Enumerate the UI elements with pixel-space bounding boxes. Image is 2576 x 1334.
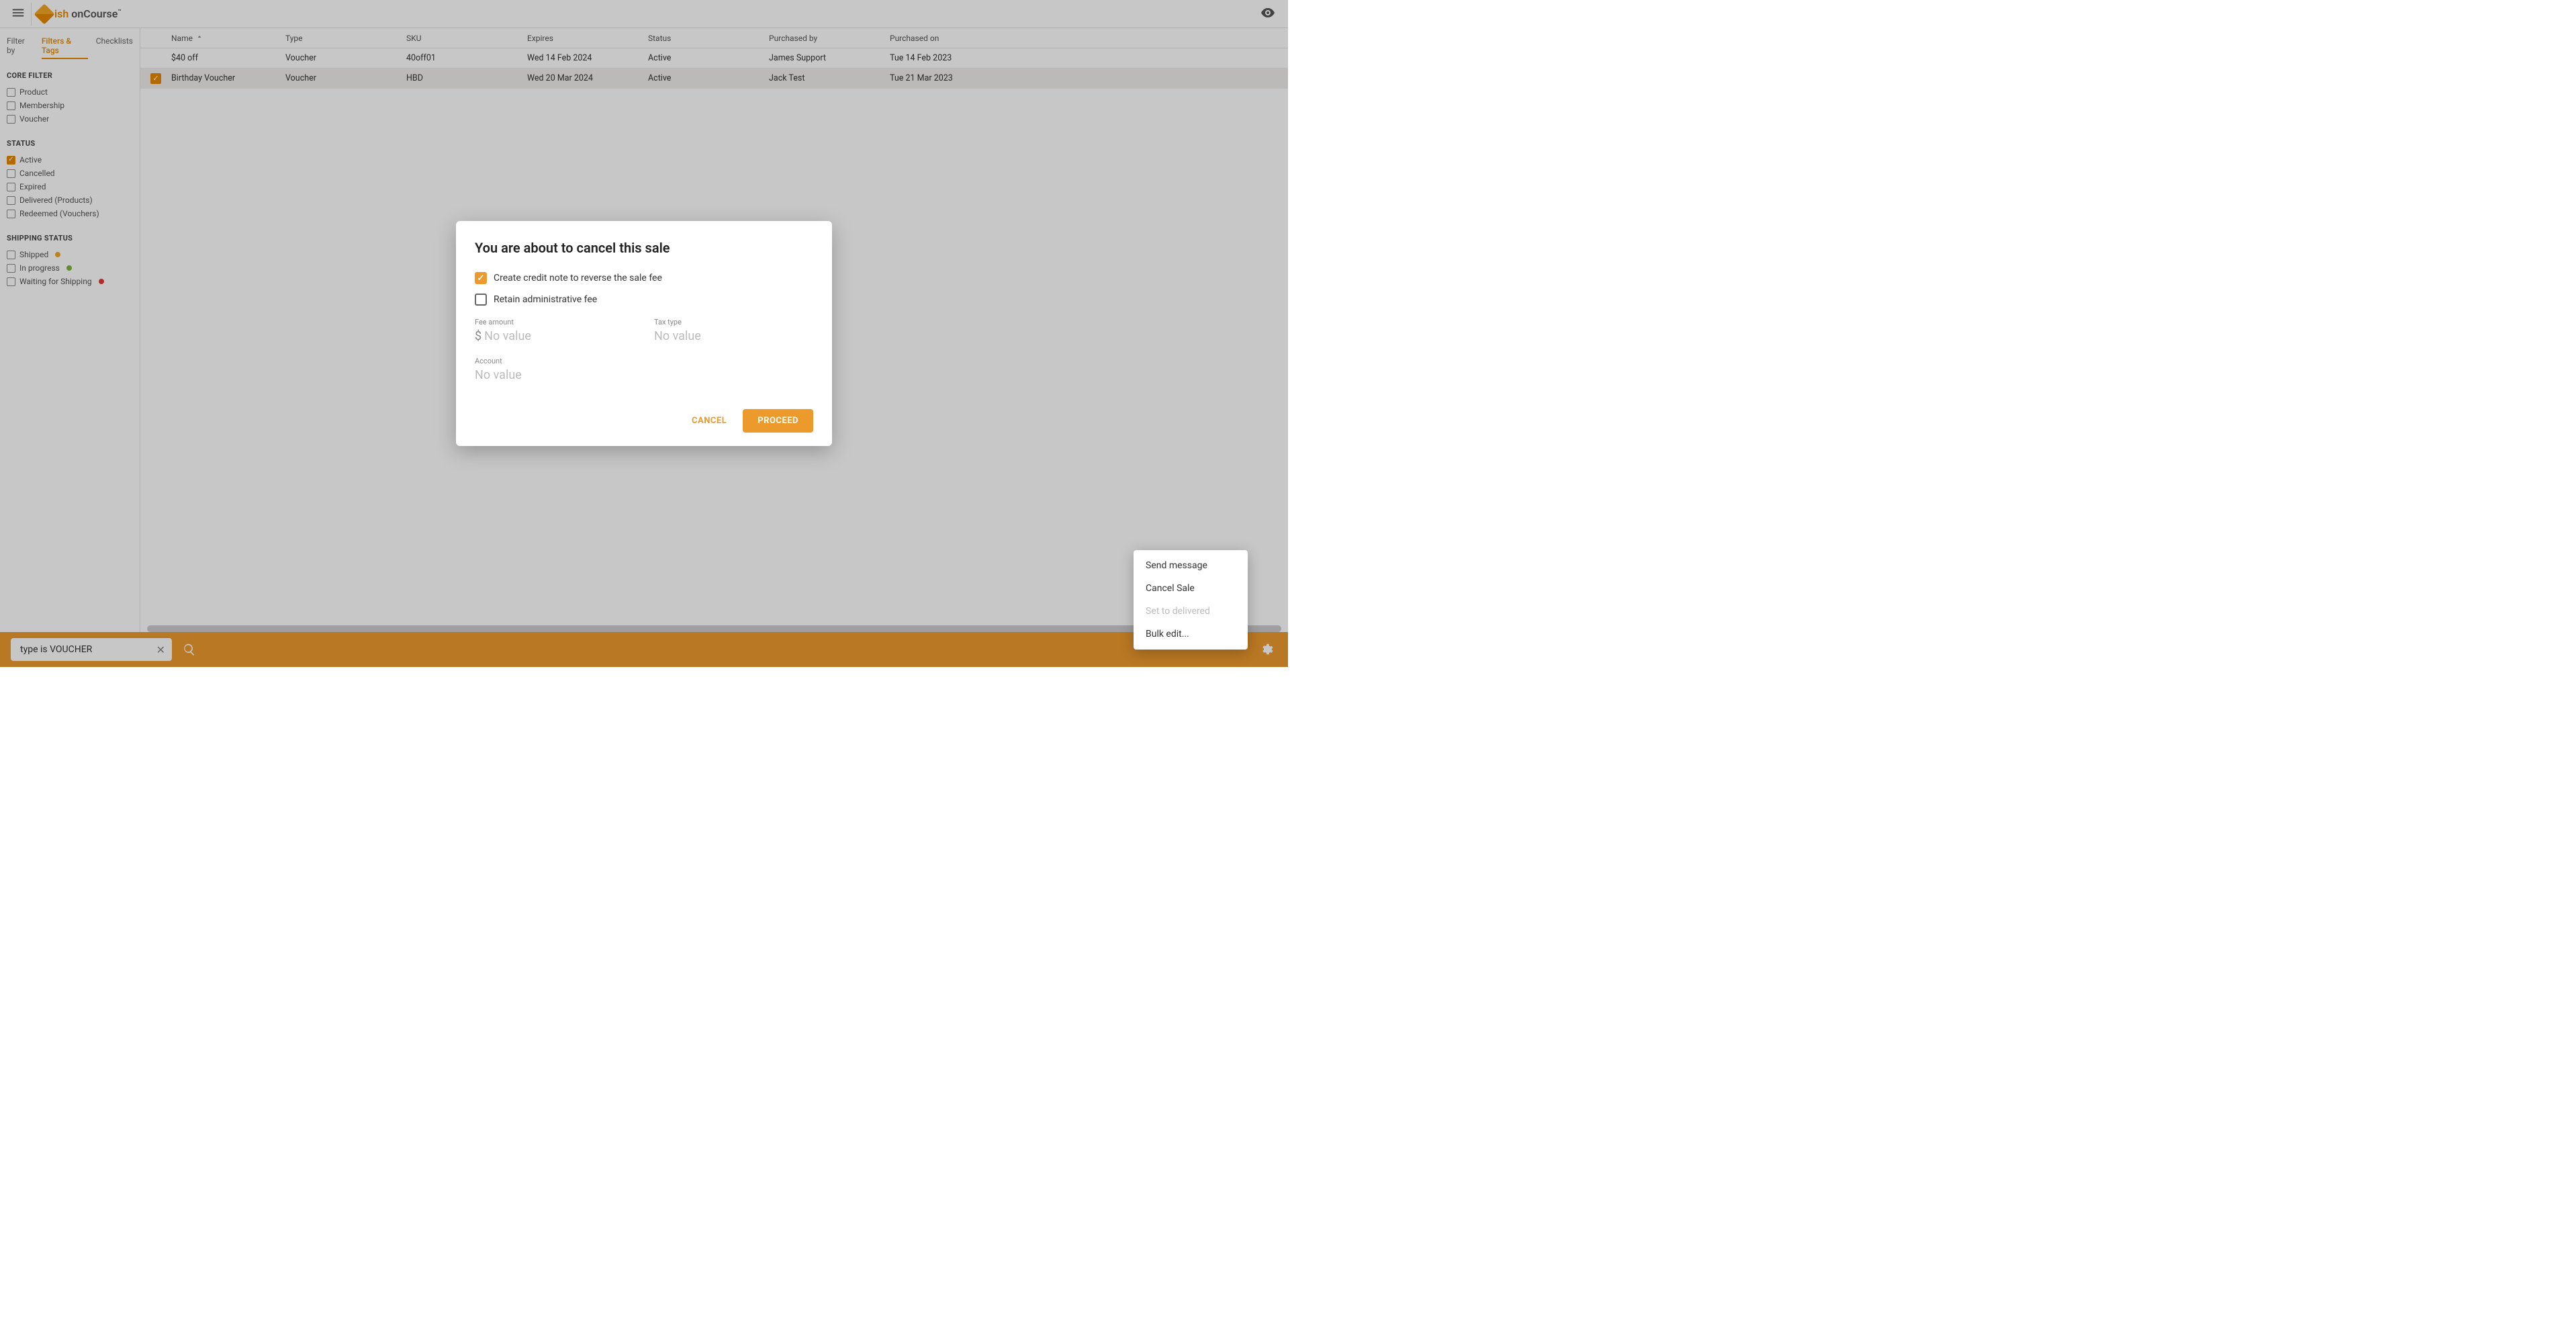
check-admin-fee[interactable]: Retain administrative fee <box>475 294 813 306</box>
field-label: Account <box>475 357 634 365</box>
field-label: Tax type <box>654 318 813 326</box>
proceed-button[interactable]: PROCEED <box>743 409 813 433</box>
dialog-title: You are about to cancel this sale <box>475 240 813 256</box>
check-credit-note[interactable]: Create credit note to reverse the sale f… <box>475 272 813 284</box>
field-value: No value <box>484 329 531 343</box>
menu-set-delivered: Set to delivered <box>1134 600 1248 623</box>
checkbox-icon <box>475 294 487 306</box>
tax-type-field[interactable]: Tax type No value <box>654 318 813 343</box>
menu-cancel-sale[interactable]: Cancel Sale <box>1134 577 1248 600</box>
context-menu: Send message Cancel Sale Set to delivere… <box>1134 550 1248 650</box>
account-field[interactable]: Account No value <box>475 357 634 382</box>
modal-overlay: You are about to cancel this sale Create… <box>0 0 1288 667</box>
cancel-sale-dialog: You are about to cancel this sale Create… <box>456 221 832 446</box>
checkbox-icon <box>475 272 487 284</box>
currency-symbol: $ <box>475 329 481 343</box>
fee-amount-field[interactable]: Fee amount $No value <box>475 318 634 343</box>
menu-bulk-edit[interactable]: Bulk edit... <box>1134 623 1248 646</box>
field-value: No value <box>654 329 701 343</box>
field-label: Fee amount <box>475 318 634 326</box>
menu-send-message[interactable]: Send message <box>1134 554 1248 577</box>
cancel-button[interactable]: CANCEL <box>688 409 731 433</box>
field-value: No value <box>475 368 522 382</box>
